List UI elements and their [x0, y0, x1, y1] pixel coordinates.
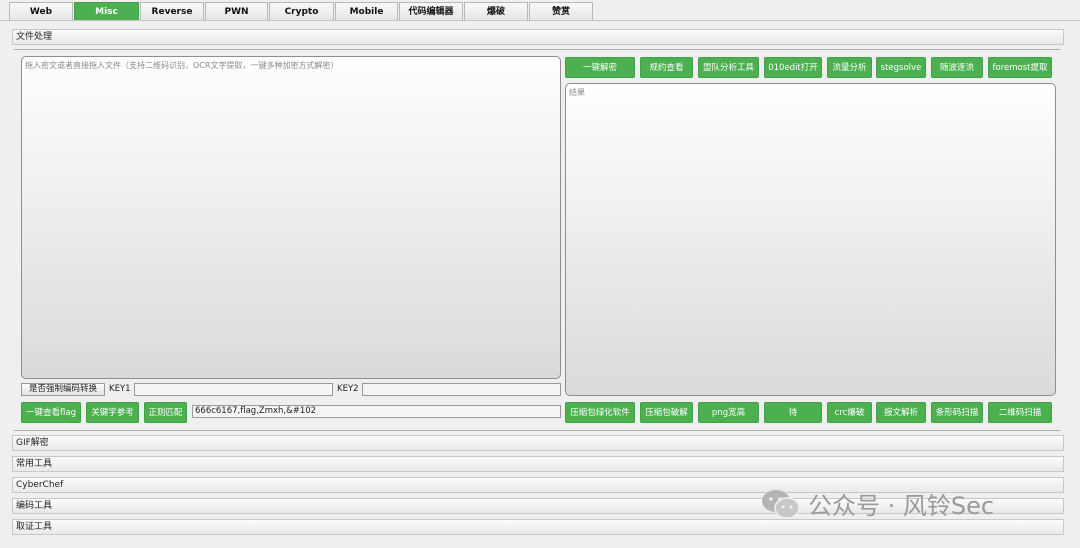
watermark-text: 公众号 · 风铃Sec	[808, 492, 995, 520]
key1-label: KEY1	[109, 384, 131, 394]
tab-reverse[interactable]: Reverse	[140, 2, 204, 21]
tab-brute-force[interactable]: 爆破	[464, 2, 528, 21]
tab-mobile[interactable]: Mobile	[335, 2, 398, 21]
section-gif-decrypt[interactable]: GIF解密	[12, 435, 1064, 451]
force-encoding-toggle[interactable]: 是否强制编码转换	[21, 383, 105, 396]
team-analysis-tool-button[interactable]: 盟队分析工具	[698, 57, 759, 78]
zip-crack-button[interactable]: 压缩包破解	[640, 402, 693, 423]
010edit-open-button[interactable]: 010edit打开	[764, 57, 822, 78]
regex-match-button[interactable]: 正则匹配	[144, 402, 187, 423]
png-dimensions-button[interactable]: png宽高	[698, 402, 759, 423]
section-forensics-tools[interactable]: 取证工具	[12, 519, 1064, 535]
tab-web[interactable]: Web	[9, 2, 73, 21]
key2-label: KEY2	[337, 384, 359, 394]
tab-divider	[0, 20, 1080, 21]
section-common-tools[interactable]: 常用工具	[12, 456, 1064, 472]
pending-button[interactable]: 待	[764, 402, 822, 423]
tab-crypto[interactable]: Crypto	[269, 2, 334, 21]
wechat-icon	[762, 490, 800, 519]
suibo-zhuliu-button[interactable]: 随波逐流	[931, 57, 983, 78]
tab-donate[interactable]: 赞赏	[529, 2, 593, 21]
result-placeholder: 结果	[569, 88, 585, 97]
crc-brute-button[interactable]: crc爆破	[827, 402, 872, 423]
one-click-decrypt-button[interactable]: 一键解密	[565, 57, 635, 78]
protocol-view-button[interactable]: 规约查看	[640, 57, 693, 78]
packet-parse-button[interactable]: 报文解析	[876, 402, 926, 423]
result-output[interactable]: 结果	[565, 83, 1056, 396]
regex-input[interactable]: 666c6167,flag,Zmxh,&#102	[192, 405, 561, 418]
tab-pwn[interactable]: PWN	[205, 2, 268, 21]
barcode-scan-button[interactable]: 条形码扫描	[931, 402, 983, 423]
tab-misc[interactable]: Misc	[74, 2, 139, 21]
divider-bottom	[14, 430, 1060, 431]
zip-green-software-button[interactable]: 压缩包绿化软件	[565, 402, 635, 423]
qrcode-scan-button[interactable]: 二维码扫描	[988, 402, 1052, 423]
stegsolve-button[interactable]: stegsolve	[876, 57, 926, 78]
divider-top	[14, 49, 1060, 50]
keyword-reference-button[interactable]: 关键字参考	[86, 402, 139, 423]
view-flag-button[interactable]: 一键查看flag	[21, 402, 81, 423]
key1-input[interactable]	[134, 383, 333, 396]
foremost-extract-button[interactable]: foremost提取	[988, 57, 1052, 78]
traffic-analysis-button[interactable]: 流量分析	[827, 57, 872, 78]
tab-code-editor[interactable]: 代码编辑器	[399, 2, 463, 21]
key2-input[interactable]	[362, 383, 561, 396]
section-file-processing[interactable]: 文件处理	[12, 29, 1064, 45]
cipher-input[interactable]: 拖入密文或者直接拖入文件（支持二维码识别，OCR文字提取，一键多种加密方式解密）	[21, 56, 561, 379]
cipher-input-placeholder: 拖入密文或者直接拖入文件（支持二维码识别，OCR文字提取，一键多种加密方式解密）	[25, 61, 339, 70]
